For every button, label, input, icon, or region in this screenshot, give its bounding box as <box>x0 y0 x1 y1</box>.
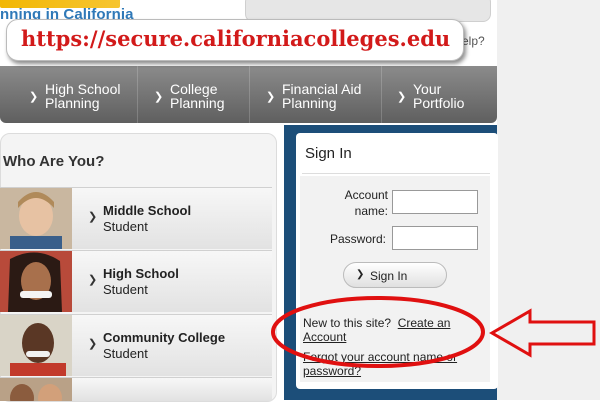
arrow-icon <box>489 308 596 358</box>
page: nning in California elp? ❯ High School P… <box>0 0 600 402</box>
annotation-overlay <box>271 296 596 368</box>
highlight-ellipse <box>271 296 485 368</box>
